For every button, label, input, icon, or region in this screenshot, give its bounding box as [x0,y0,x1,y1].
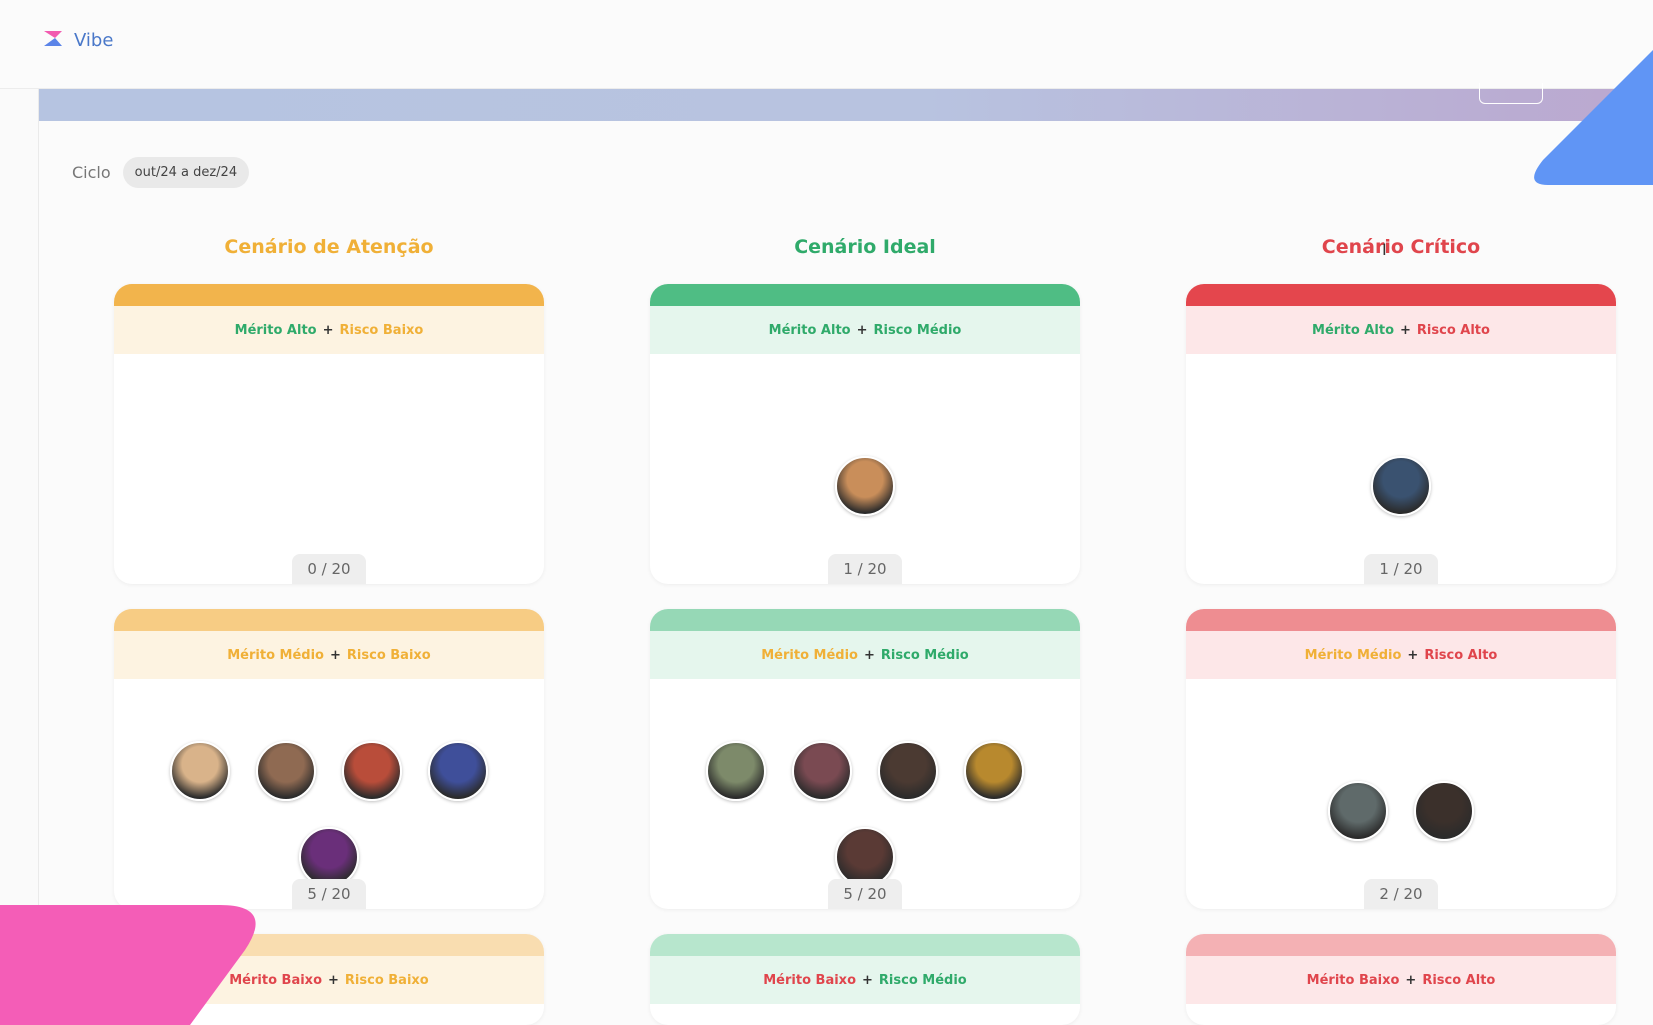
card-body: 1 / 20 [650,354,1080,584]
merit-label: Mérito Baixo [1306,972,1400,988]
risk-label: Risco Alto [1416,322,1490,338]
nick-fury-avatar[interactable] [1414,781,1474,841]
plus-separator: + [330,647,341,663]
cycle-filter: Ciclo out/24 a dez/24 [72,157,250,188]
column-title-attention: Cenário de Atenção [224,236,434,258]
invisible-woman-avatar[interactable] [170,741,230,801]
plus-separator: + [856,322,868,338]
risk-label: Risco Alto [1422,972,1496,988]
plus-separator: + [1400,322,1411,338]
plus-separator: + [328,972,339,988]
risk-label: Risco Médio [873,322,962,338]
merit-label: Mérito Médio [227,647,324,663]
text-cursor-icon: I [1382,240,1387,259]
loki-avatar[interactable] [964,741,1024,801]
column-title-critical: Cenário Crítico [1321,236,1481,258]
scarlet-witch-avatar[interactable] [299,827,359,887]
card-subtitle: Mérito Médio + Risco Médio [650,631,1080,679]
card-color-bar [650,284,1080,306]
aquaman-avatar[interactable] [1371,456,1431,516]
cycle-label: Ciclo [72,163,111,182]
card-body: 5 / 20 [650,679,1080,909]
iron-man-avatar[interactable] [878,741,938,801]
merit-label: Mérito Alto [1312,322,1395,338]
merit-label: Mérito Alto [234,322,317,338]
card-subtitle: Mérito Alto + Risco Alto [1186,306,1616,354]
card-subtitle: Mérito Alto + Risco Baixo [114,306,544,354]
card-subtitle: Mérito Alto + Risco Médio [650,306,1080,354]
card-color-bar [114,609,544,631]
doctor-strange-avatar[interactable] [256,741,316,801]
left-rail [0,89,39,1025]
card-body: 5 / 20 [114,679,544,909]
count-badge: 5 / 20 [292,879,366,909]
box-card[interactable]: Mérito Médio + Risco Baixo 5 / 20 [114,609,544,909]
deadpool-avatar[interactable] [342,741,402,801]
plus-separator: + [322,322,334,338]
card-subtitle: Mérito Médio + Risco Alto [1186,631,1616,679]
count-badge: 1 / 20 [1364,554,1438,584]
plus-separator: + [1407,647,1419,663]
vibe-logo-icon [42,28,64,52]
count-badge: 1 / 20 [828,554,902,584]
app-name: Vibe [74,29,114,51]
merit-label: Mérito Alto [768,322,851,338]
box-card[interactable]: Mérito Alto + Risco Alto 1 / 20 [1186,284,1616,584]
card-body: 0 / 20 [114,354,544,584]
card-color-bar [114,284,544,306]
risk-label: Risco Baixo [346,647,431,663]
risk-label: Risco Baixo [339,322,424,338]
count-badge: 2 / 20 [1364,879,1438,909]
box-card[interactable]: Mérito Médio + Risco Alto 2 / 20 [1186,609,1616,909]
box-card[interactable]: Mérito Alto + Risco Baixo 0 / 20 [114,284,544,584]
thanos-avatar[interactable] [835,456,895,516]
card-color-bar [1186,609,1616,631]
avatar-group [1186,456,1616,516]
hulk-avatar[interactable] [706,741,766,801]
merit-label: Mérito Médio [1304,647,1402,663]
risk-label: Risco Médio [880,647,969,663]
card-color-bar [1186,284,1616,306]
avatar-group [650,456,1080,516]
count-badge: 0 / 20 [292,554,366,584]
cycle-pill[interactable]: out/24 a dez/24 [122,157,250,188]
avatar-group [1186,781,1616,841]
box-card[interactable]: Mérito Alto + Risco Médio 1 / 20 [650,284,1080,584]
card-body: 1 / 20 [1186,354,1616,584]
decorative-pink-shape [0,905,256,1025]
risk-label: Risco Alto [1424,647,1498,663]
card-subtitle: Mérito Médio + Risco Baixo [114,631,544,679]
merit-label: Mérito Médio [761,647,858,663]
box-card[interactable]: Mérito Baixo + Risco Alto [1186,934,1616,1025]
count-badge: 5 / 20 [828,879,902,909]
box-card[interactable]: Mérito Baixo + Risco Médio [650,934,1080,1025]
kang-avatar[interactable] [428,741,488,801]
plus-separator: + [864,647,875,663]
card-body: 2 / 20 [1186,679,1616,909]
top-bar: Vibe [0,0,1653,89]
card-color-bar [650,934,1080,956]
avatar-group [114,741,544,887]
merit-label: Mérito Baixo [763,972,856,988]
black-widow-avatar[interactable] [835,827,895,887]
hawkeye-avatar[interactable] [1328,781,1388,841]
page-banner [39,83,1653,121]
card-subtitle: Mérito Baixo + Risco Médio [650,956,1080,1004]
plus-separator: + [1405,972,1417,988]
card-color-bar [650,609,1080,631]
box-card[interactable]: Mérito Médio + Risco Médio 5 / 20 [650,609,1080,909]
card-subtitle: Mérito Baixo + Risco Alto [1186,956,1616,1004]
card-color-bar [1186,934,1616,956]
column-title-ideal: Cenário Ideal [794,236,936,258]
risk-label: Risco Baixo [344,972,429,988]
plus-separator: + [862,972,873,988]
gamora-avatar[interactable] [792,741,852,801]
brand[interactable]: Vibe [42,28,113,52]
decorative-blue-shape [1534,50,1653,185]
risk-label: Risco Médio [878,972,967,988]
avatar-group [650,741,1080,887]
